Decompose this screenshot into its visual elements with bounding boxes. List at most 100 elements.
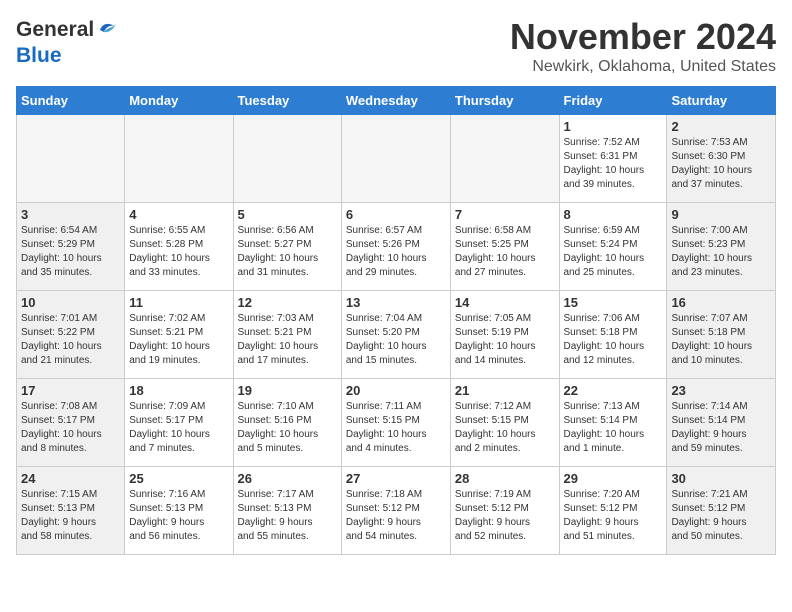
weekday-header-saturday: Saturday [667,87,776,115]
day-number: 9 [671,207,771,222]
day-info: Sunrise: 7:02 AM Sunset: 5:21 PM Dayligh… [129,312,228,368]
logo-blue: Blue [16,44,62,67]
day-info: Sunrise: 6:55 AM Sunset: 5:28 PM Dayligh… [129,224,228,280]
calendar-cell: 13 Sunrise: 7:04 AM Sunset: 5:20 PM Dayli… [341,291,450,379]
day-info: Sunrise: 7:13 AM Sunset: 5:14 PM Dayligh… [564,400,663,456]
day-number: 10 [21,295,120,310]
calendar-cell: 6 Sunrise: 6:57 AM Sunset: 5:26 PM Daylig… [341,203,450,291]
weekday-header-thursday: Thursday [450,87,559,115]
day-info: Sunrise: 6:59 AM Sunset: 5:24 PM Dayligh… [564,224,663,280]
day-number: 28 [455,471,555,486]
calendar-cell: 20Sunrise: 7:11 AM Sunset: 5:15 PM Dayli… [341,379,450,467]
calendar-cell: 17Sunrise: 7:08 AM Sunset: 5:17 PM Dayli… [17,379,125,467]
month-title: November 2024 [510,16,776,58]
calendar-cell: 25Sunrise: 7:16 AM Sunset: 5:13 PM Dayli… [125,467,233,555]
calendar-cell: 26 Sunrise: 7:17 AM Sunset: 5:13 PM Dayli… [233,467,341,555]
calendar-cell: 29Sunrise: 7:20 AM Sunset: 5:12 PM Dayli… [559,467,667,555]
weekday-header-wednesday: Wednesday [341,87,450,115]
day-info: Sunrise: 7:04 AM Sunset: 5:20 PM Dayligh… [346,312,446,368]
day-number: 16 [671,295,771,310]
day-info: Sunrise: 7:17 AM Sunset: 5:13 PM Dayligh… [238,488,337,544]
day-info: Sunrise: 7:03 AM Sunset: 5:21 PM Dayligh… [238,312,337,368]
day-info: Sunrise: 7:09 AM Sunset: 5:17 PM Dayligh… [129,400,228,456]
calendar-cell: 11Sunrise: 7:02 AM Sunset: 5:21 PM Dayli… [125,291,233,379]
calendar-table: SundayMondayTuesdayWednesdayThursdayFrid… [16,86,776,555]
day-number: 30 [671,471,771,486]
day-info: Sunrise: 7:14 AM Sunset: 5:14 PM Dayligh… [671,400,771,456]
day-info: Sunrise: 7:19 AM Sunset: 5:12 PM Dayligh… [455,488,555,544]
day-number: 7 [455,207,555,222]
day-info: Sunrise: 7:01 AM Sunset: 5:22 PM Dayligh… [21,312,120,368]
day-info: Sunrise: 6:58 AM Sunset: 5:25 PM Dayligh… [455,224,555,280]
day-info: Sunrise: 7:20 AM Sunset: 5:12 PM Dayligh… [564,488,663,544]
calendar-cell: 9 Sunrise: 7:00 AM Sunset: 5:23 PM Daylig… [667,203,776,291]
calendar-cell: 19 Sunrise: 7:10 AM Sunset: 5:16 PM Dayli… [233,379,341,467]
calendar-cell [233,115,341,203]
day-info: Sunrise: 7:10 AM Sunset: 5:16 PM Dayligh… [238,400,337,456]
week-row-4: 17Sunrise: 7:08 AM Sunset: 5:17 PM Dayli… [17,379,776,467]
week-row-2: 3 Sunrise: 6:54 AM Sunset: 5:29 PM Daylig… [17,203,776,291]
calendar-cell: 7 Sunrise: 6:58 AM Sunset: 5:25 PM Daylig… [450,203,559,291]
calendar-cell: 30Sunrise: 7:21 AM Sunset: 5:12 PM Dayli… [667,467,776,555]
day-info: Sunrise: 7:16 AM Sunset: 5:13 PM Dayligh… [129,488,228,544]
day-number: 20 [346,383,446,398]
logo: General Blue [16,16,118,68]
calendar-cell: 15 Sunrise: 7:06 AM Sunset: 5:18 PM Dayli… [559,291,667,379]
calendar-cell: 8 Sunrise: 6:59 AM Sunset: 5:24 PM Daylig… [559,203,667,291]
calendar-cell [450,115,559,203]
title-area: November 2024 Newkirk, Oklahoma, United … [510,16,776,76]
day-info: Sunrise: 7:08 AM Sunset: 5:17 PM Dayligh… [21,400,120,456]
day-info: Sunrise: 6:56 AM Sunset: 5:27 PM Dayligh… [238,224,337,280]
weekday-header-tuesday: Tuesday [233,87,341,115]
day-number: 5 [238,207,337,222]
day-number: 14 [455,295,555,310]
day-info: Sunrise: 6:57 AM Sunset: 5:26 PM Dayligh… [346,224,446,280]
calendar-cell: 18 Sunrise: 7:09 AM Sunset: 5:17 PM Dayli… [125,379,233,467]
day-info: Sunrise: 7:18 AM Sunset: 5:12 PM Dayligh… [346,488,446,544]
day-number: 26 [238,471,337,486]
calendar-cell: 27 Sunrise: 7:18 AM Sunset: 5:12 PM Dayli… [341,467,450,555]
weekday-header-row: SundayMondayTuesdayWednesdayThursdayFrid… [17,87,776,115]
day-number: 21 [455,383,555,398]
day-number: 18 [129,383,228,398]
day-number: 4 [129,207,228,222]
calendar-cell: 21Sunrise: 7:12 AM Sunset: 5:15 PM Dayli… [450,379,559,467]
calendar-cell: 3 Sunrise: 6:54 AM Sunset: 5:29 PM Daylig… [17,203,125,291]
day-number: 27 [346,471,446,486]
day-info: Sunrise: 6:54 AM Sunset: 5:29 PM Dayligh… [21,224,120,280]
calendar-cell: 1Sunrise: 7:52 AM Sunset: 6:31 PM Daylig… [559,115,667,203]
week-row-5: 24 Sunrise: 7:15 AM Sunset: 5:13 PM Dayli… [17,467,776,555]
calendar-cell: 23 Sunrise: 7:14 AM Sunset: 5:14 PM Dayli… [667,379,776,467]
day-number: 15 [564,295,663,310]
week-row-1: 1Sunrise: 7:52 AM Sunset: 6:31 PM Daylig… [17,115,776,203]
day-number: 13 [346,295,446,310]
day-number: 1 [564,119,663,134]
weekday-header-friday: Friday [559,87,667,115]
day-info: Sunrise: 7:15 AM Sunset: 5:13 PM Dayligh… [21,488,120,544]
calendar-cell: 12 Sunrise: 7:03 AM Sunset: 5:21 PM Dayli… [233,291,341,379]
day-info: Sunrise: 7:00 AM Sunset: 5:23 PM Dayligh… [671,224,771,280]
day-number: 23 [671,383,771,398]
day-info: Sunrise: 7:53 AM Sunset: 6:30 PM Dayligh… [671,136,771,192]
bird-icon [96,16,118,44]
day-number: 12 [238,295,337,310]
day-info: Sunrise: 7:06 AM Sunset: 5:18 PM Dayligh… [564,312,663,368]
day-number: 3 [21,207,120,222]
calendar-cell: 28 Sunrise: 7:19 AM Sunset: 5:12 PM Dayli… [450,467,559,555]
calendar-cell [17,115,125,203]
day-number: 24 [21,471,120,486]
day-number: 8 [564,207,663,222]
calendar-cell: 24 Sunrise: 7:15 AM Sunset: 5:13 PM Dayli… [17,467,125,555]
weekday-header-sunday: Sunday [17,87,125,115]
calendar-cell: 5 Sunrise: 6:56 AM Sunset: 5:27 PM Daylig… [233,203,341,291]
calendar-cell: 4 Sunrise: 6:55 AM Sunset: 5:28 PM Daylig… [125,203,233,291]
calendar-cell [125,115,233,203]
calendar-cell: 16Sunrise: 7:07 AM Sunset: 5:18 PM Dayli… [667,291,776,379]
page-header: General Blue November 2024 Newkirk, Okla… [16,16,776,76]
day-number: 22 [564,383,663,398]
day-number: 2 [671,119,771,134]
weekday-header-monday: Monday [125,87,233,115]
day-number: 19 [238,383,337,398]
day-number: 6 [346,207,446,222]
calendar-cell: 2 Sunrise: 7:53 AM Sunset: 6:30 PM Daylig… [667,115,776,203]
